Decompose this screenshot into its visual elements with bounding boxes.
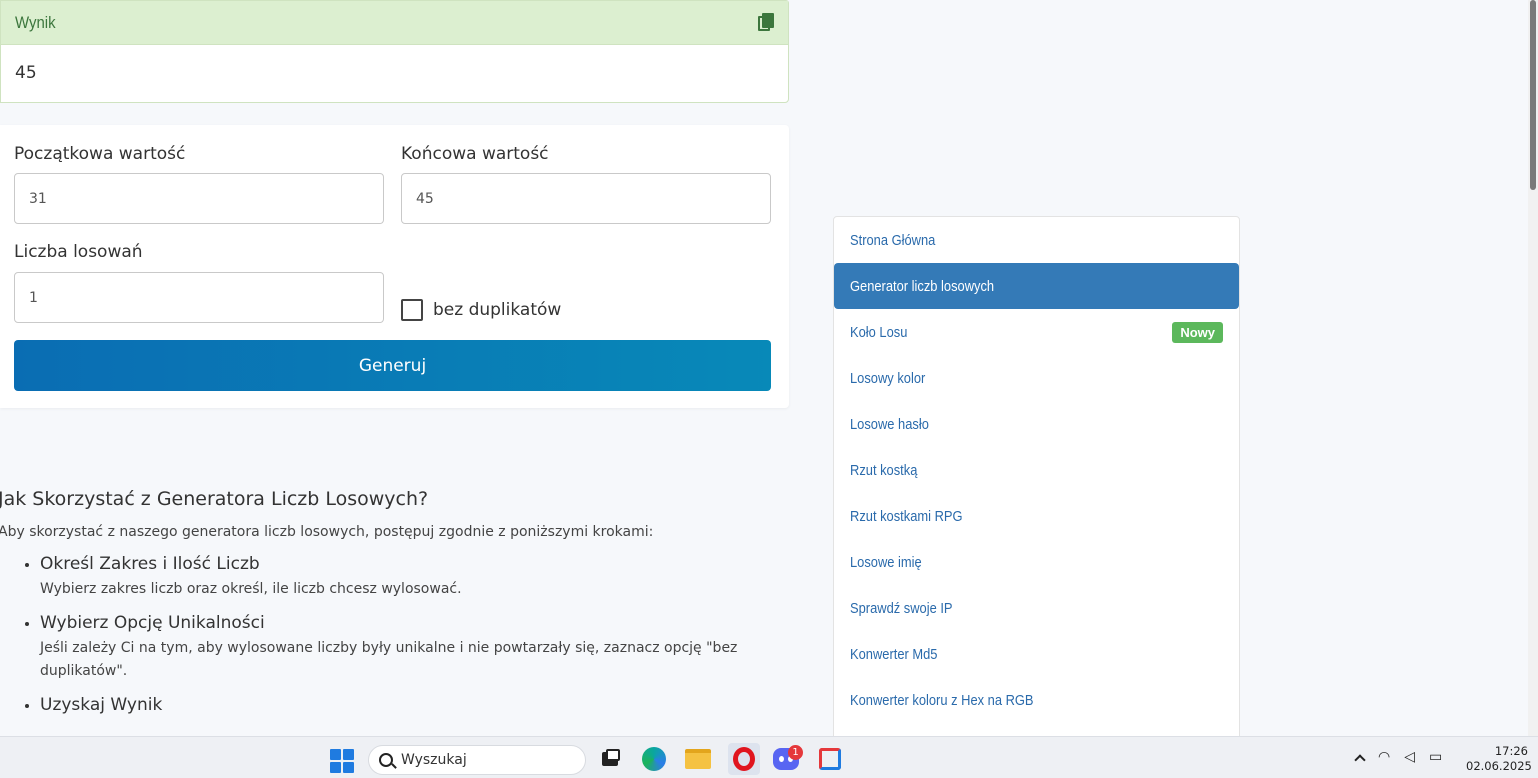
draw-count-input[interactable]: [14, 272, 384, 323]
menu-item-home[interactable]: Strona Główna: [834, 217, 1239, 263]
taskbar-clock[interactable]: 17:26 02.06.2025: [1466, 744, 1532, 774]
volume-icon[interactable]: ◁: [1404, 749, 1415, 765]
menu-item-label: Losowe imię: [850, 553, 922, 571]
no-duplicates-label: bez duplikatów: [433, 300, 562, 320]
menu-item-rpg-dice[interactable]: Rzut kostkami RPG: [834, 493, 1239, 539]
step-title: Określ Zakres i Ilość Liczb: [40, 554, 260, 574]
no-duplicates-toggle[interactable]: bez duplikatów: [401, 299, 561, 321]
list-item: Wybierz Opcję Unikalności Jeśli zależy C…: [40, 613, 780, 683]
menu-item-hex-rgb-converter[interactable]: Konwerter koloru z Hex na RGB: [834, 677, 1239, 723]
page-scrollbar[interactable]: [1528, 0, 1538, 736]
chevron-up-icon[interactable]: [1354, 753, 1366, 766]
sidebar-menu: Strona Główna Generator liczb losowych K…: [833, 216, 1240, 756]
menu-item-check-ip[interactable]: Sprawdź swoje IP: [834, 585, 1239, 631]
generator-form: Początkowa wartość Końcowa wartość Liczb…: [0, 125, 789, 408]
discord-notification-badge: 1: [788, 745, 803, 760]
result-panel: Wynik 45: [0, 0, 789, 103]
menu-item-dice-roll[interactable]: Rzut kostką: [834, 447, 1239, 493]
menu-item-label: Strona Główna: [850, 231, 936, 249]
menu-item-random-name[interactable]: Losowe imię: [834, 539, 1239, 585]
start-value-input[interactable]: [14, 173, 384, 224]
result-header: Wynik: [1, 1, 788, 45]
end-value-input[interactable]: [401, 173, 771, 224]
list-item: Uzyskaj Wynik: [40, 695, 780, 715]
step-desc: Wybierz zakres liczb oraz określ, ile li…: [40, 581, 462, 597]
no-duplicates-checkbox[interactable]: [401, 299, 423, 321]
clock-date: 02.06.2025: [1466, 759, 1532, 773]
menu-item-label: Koło Losu: [850, 323, 908, 341]
opera-browser-icon[interactable]: [728, 743, 760, 775]
steps-list: Określ Zakres i Ilość Liczb Wybierz zakr…: [0, 554, 780, 715]
copy-icon[interactable]: [758, 12, 776, 33]
system-tray: ◠ ◁ ▭: [1354, 749, 1442, 766]
menu-item-random-color[interactable]: Losowy kolor: [834, 355, 1239, 401]
how-to-section: Jak Skorzystać z Generatora Liczb Losowy…: [0, 488, 780, 727]
menu-item-label: Konwerter Md5: [850, 645, 938, 663]
snipping-tool-icon[interactable]: [816, 745, 844, 773]
result-title: Wynik: [15, 12, 56, 32]
battery-icon[interactable]: ▭: [1429, 749, 1442, 765]
taskbar-search[interactable]: Wyszukaj: [368, 745, 586, 775]
draw-count-label: Liczba losowań: [14, 242, 143, 262]
search-icon: [379, 753, 393, 767]
edge-browser-icon[interactable]: [640, 745, 668, 773]
clock-time: 17:26: [1494, 744, 1528, 758]
generate-button[interactable]: Generuj: [14, 340, 771, 391]
scrollbar-thumb[interactable]: [1530, 0, 1536, 190]
menu-item-random-number-generator[interactable]: Generator liczb losowych: [834, 263, 1239, 309]
menu-item-label: Losowe hasło: [850, 415, 929, 433]
new-badge: Nowy: [1172, 321, 1223, 343]
menu-item-label: Konwerter koloru z Hex na RGB: [850, 691, 1034, 709]
step-title: Wybierz Opcję Unikalności: [40, 613, 265, 633]
menu-item-wheel-of-fortune[interactable]: Koło Losu Nowy: [834, 309, 1239, 355]
result-value: 45: [15, 63, 37, 83]
windows-start-icon[interactable]: [330, 749, 354, 773]
menu-item-random-password[interactable]: Losowe hasło: [834, 401, 1239, 447]
menu-item-label: Rzut kostkami RPG: [850, 507, 963, 525]
list-item: Określ Zakres i Ilość Liczb Wybierz zakr…: [40, 554, 780, 601]
step-desc: Jeśli zależy Ci na tym, aby wylosowane l…: [40, 640, 738, 679]
menu-item-label: Generator liczb losowych: [850, 277, 995, 295]
file-explorer-icon[interactable]: [684, 745, 712, 773]
menu-item-label: Rzut kostką: [850, 461, 918, 479]
menu-item-label: Sprawdź swoje IP: [850, 599, 953, 617]
windows-taskbar: Wyszukaj 1 ◠ ◁ ▭ 17:26 02.06.2025: [0, 736, 1538, 778]
how-to-heading: Jak Skorzystać z Generatora Liczb Losowy…: [0, 488, 429, 510]
step-title: Uzyskaj Wynik: [40, 695, 163, 715]
wifi-icon[interactable]: ◠: [1378, 749, 1390, 765]
end-value-label: Końcowa wartość: [401, 144, 549, 164]
menu-item-md5-converter[interactable]: Konwerter Md5: [834, 631, 1239, 677]
task-view-icon[interactable]: [596, 745, 624, 773]
menu-item-label: Losowy kolor: [850, 369, 926, 387]
taskbar-search-text: Wyszukaj: [401, 752, 467, 768]
how-to-intro: Aby skorzystać z naszego generatora licz…: [0, 524, 654, 540]
start-value-label: Początkowa wartość: [14, 144, 186, 164]
